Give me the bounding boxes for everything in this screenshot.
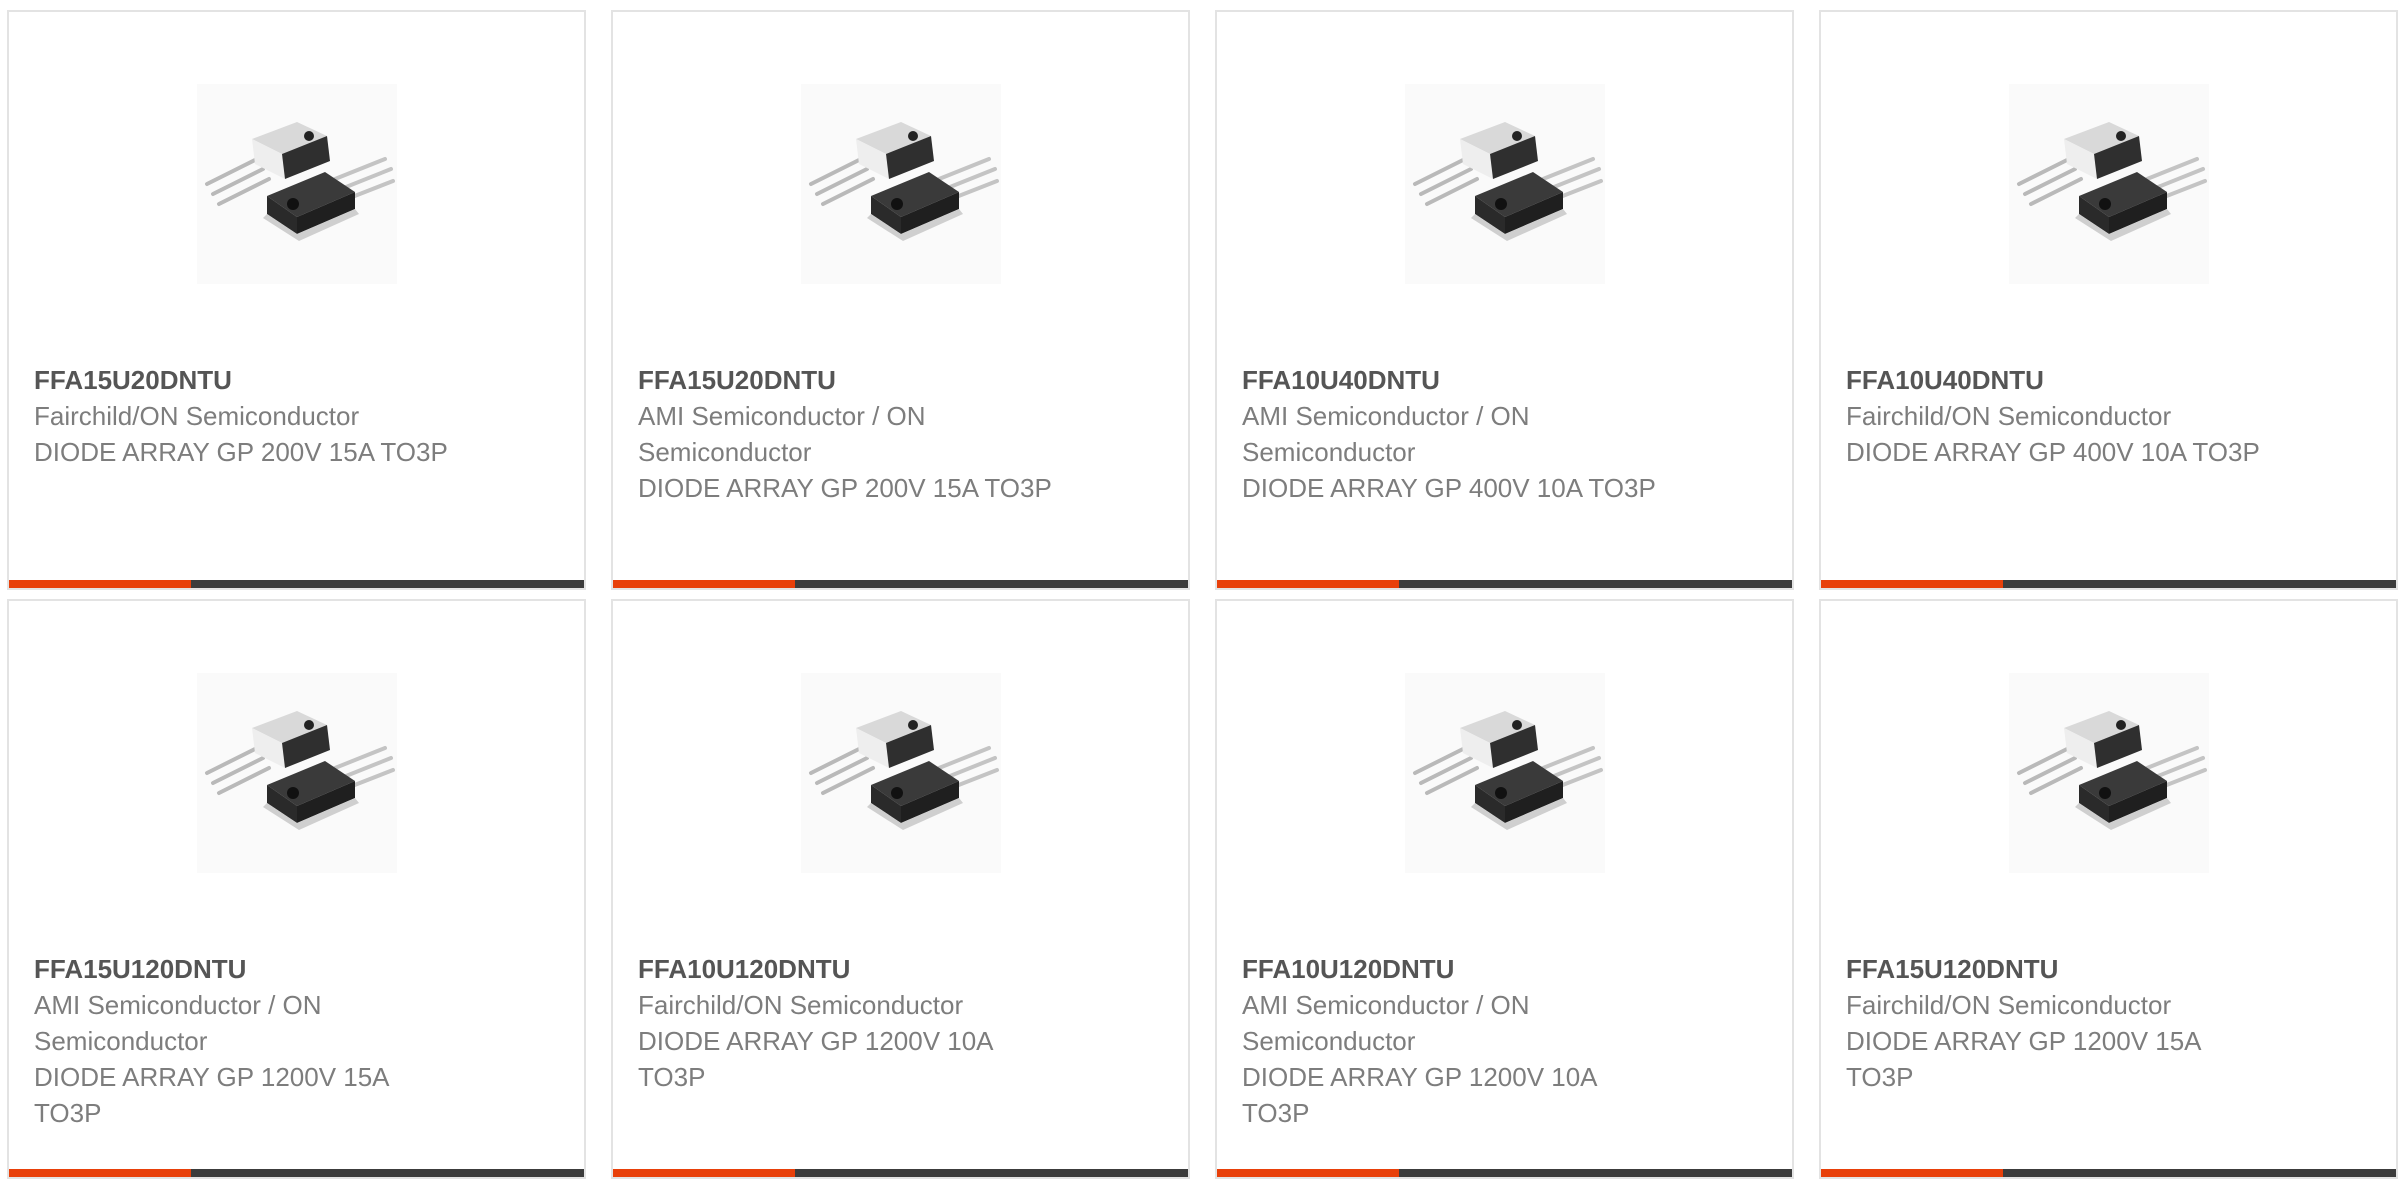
to3p-package-icon bbox=[2017, 122, 2207, 241]
description: DIODE ARRAY GP 400V 10A TO3P bbox=[1242, 473, 1656, 503]
description: DIODE ARRAY GP 1200V 10A TO3P bbox=[638, 1026, 993, 1092]
product-card[interactable]: FFA10U40DNTU AMI Semiconductor / ON Semi… bbox=[1215, 10, 1794, 590]
manufacturer: AMI Semiconductor / ON Semiconductor bbox=[638, 401, 926, 467]
card-footer-bar bbox=[613, 1169, 1188, 1177]
product-info: FFA15U120DNTU AMI Semiconductor / ON Sem… bbox=[34, 951, 454, 1131]
product-image[interactable] bbox=[801, 84, 1001, 284]
manufacturer: AMI Semiconductor / ON Semiconductor bbox=[1242, 401, 1530, 467]
to3p-package-icon bbox=[205, 711, 395, 830]
description: DIODE ARRAY GP 200V 15A TO3P bbox=[34, 437, 448, 467]
to3p-package-icon bbox=[1413, 122, 1603, 241]
product-image[interactable] bbox=[801, 673, 1001, 873]
card-accent-bar bbox=[613, 1169, 795, 1177]
product-grid: FFA15U20DNTU Fairchild/ON Semiconductor … bbox=[0, 0, 2400, 1179]
card-accent-bar bbox=[1821, 580, 2003, 588]
product-info: FFA10U40DNTU AMI Semiconductor / ON Semi… bbox=[1242, 362, 1662, 506]
card-accent-bar bbox=[1821, 1169, 2003, 1177]
part-number[interactable]: FFA10U40DNTU bbox=[1846, 362, 2266, 398]
product-image[interactable] bbox=[2009, 84, 2209, 284]
product-info: FFA10U120DNTU AMI Semiconductor / ON Sem… bbox=[1242, 951, 1662, 1131]
part-number[interactable]: FFA10U40DNTU bbox=[1242, 362, 1662, 398]
part-number[interactable]: FFA15U20DNTU bbox=[638, 362, 1058, 398]
to3p-package-icon bbox=[809, 122, 999, 241]
product-card[interactable]: FFA15U20DNTU Fairchild/ON Semiconductor … bbox=[7, 10, 586, 590]
card-footer-bar bbox=[9, 1169, 584, 1177]
product-image[interactable] bbox=[197, 84, 397, 284]
card-footer-bar bbox=[1217, 580, 1792, 588]
card-footer-bar bbox=[1821, 580, 2396, 588]
product-info: FFA15U20DNTU Fairchild/ON Semiconductor … bbox=[34, 362, 454, 470]
manufacturer: Fairchild/ON Semiconductor bbox=[34, 401, 360, 431]
manufacturer: Fairchild/ON Semiconductor bbox=[638, 990, 964, 1020]
card-accent-bar bbox=[9, 580, 191, 588]
product-info: FFA15U120DNTU Fairchild/ON Semiconductor… bbox=[1846, 951, 2266, 1095]
to3p-package-icon bbox=[809, 711, 999, 830]
product-card[interactable]: FFA10U120DNTU AMI Semiconductor / ON Sem… bbox=[1215, 599, 1794, 1179]
to3p-package-icon bbox=[205, 122, 395, 241]
card-accent-bar bbox=[9, 1169, 191, 1177]
product-info: FFA10U120DNTU Fairchild/ON Semiconductor… bbox=[638, 951, 1058, 1095]
product-card[interactable]: FFA15U120DNTU AMI Semiconductor / ON Sem… bbox=[7, 599, 586, 1179]
description: DIODE ARRAY GP 1200V 15A TO3P bbox=[34, 1062, 389, 1128]
card-accent-bar bbox=[613, 580, 795, 588]
part-number[interactable]: FFA15U20DNTU bbox=[34, 362, 454, 398]
product-card[interactable]: FFA15U20DNTU AMI Semiconductor / ON Semi… bbox=[611, 10, 1190, 590]
part-number[interactable]: FFA15U120DNTU bbox=[34, 951, 454, 987]
description: DIODE ARRAY GP 1200V 10A TO3P bbox=[1242, 1062, 1597, 1128]
product-card[interactable]: FFA15U120DNTU Fairchild/ON Semiconductor… bbox=[1819, 599, 2398, 1179]
part-number[interactable]: FFA10U120DNTU bbox=[638, 951, 1058, 987]
product-card[interactable]: FFA10U120DNTU Fairchild/ON Semiconductor… bbox=[611, 599, 1190, 1179]
description: DIODE ARRAY GP 200V 15A TO3P bbox=[638, 473, 1052, 503]
part-number[interactable]: FFA15U120DNTU bbox=[1846, 951, 2266, 987]
to3p-package-icon bbox=[1413, 711, 1603, 830]
product-image[interactable] bbox=[1405, 673, 1605, 873]
product-info: FFA10U40DNTU Fairchild/ON Semiconductor … bbox=[1846, 362, 2266, 470]
card-footer-bar bbox=[1217, 1169, 1792, 1177]
product-info: FFA15U20DNTU AMI Semiconductor / ON Semi… bbox=[638, 362, 1058, 506]
product-image[interactable] bbox=[197, 673, 397, 873]
manufacturer: Fairchild/ON Semiconductor bbox=[1846, 401, 2172, 431]
card-accent-bar bbox=[1217, 1169, 1399, 1177]
to3p-package-icon bbox=[2017, 711, 2207, 830]
product-image[interactable] bbox=[1405, 84, 1605, 284]
card-footer-bar bbox=[613, 580, 1188, 588]
product-image[interactable] bbox=[2009, 673, 2209, 873]
manufacturer: AMI Semiconductor / ON Semiconductor bbox=[1242, 990, 1530, 1056]
product-card[interactable]: FFA10U40DNTU Fairchild/ON Semiconductor … bbox=[1819, 10, 2398, 590]
description: DIODE ARRAY GP 400V 10A TO3P bbox=[1846, 437, 2260, 467]
manufacturer: AMI Semiconductor / ON Semiconductor bbox=[34, 990, 322, 1056]
part-number[interactable]: FFA10U120DNTU bbox=[1242, 951, 1662, 987]
description: DIODE ARRAY GP 1200V 15A TO3P bbox=[1846, 1026, 2201, 1092]
card-footer-bar bbox=[9, 580, 584, 588]
card-footer-bar bbox=[1821, 1169, 2396, 1177]
manufacturer: Fairchild/ON Semiconductor bbox=[1846, 990, 2172, 1020]
card-accent-bar bbox=[1217, 580, 1399, 588]
